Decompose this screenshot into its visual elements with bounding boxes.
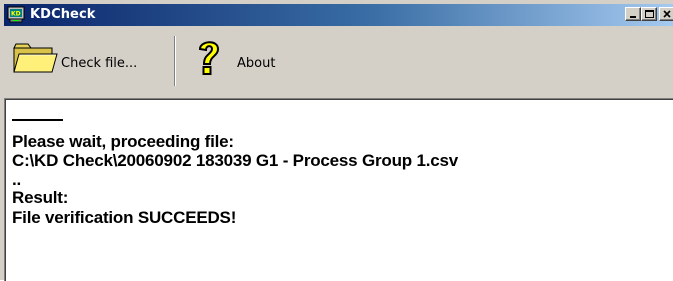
toolbar-separator [174, 36, 176, 86]
log-line: Result: [12, 188, 69, 207]
about-button[interactable]: About [189, 34, 299, 86]
title-bar[interactable]: KD KDCheck [4, 4, 673, 26]
svg-text:KD: KD [11, 11, 21, 18]
folder-icon [12, 39, 58, 80]
check-file-button[interactable]: Check file... [8, 34, 168, 86]
minimize-button[interactable] [625, 7, 641, 21]
log-separator-line [12, 119, 63, 121]
about-label: About [237, 56, 276, 71]
toolbar: Check file... About [4, 28, 673, 92]
check-file-label: Check file... [61, 56, 138, 71]
app-window: KD KDCheck Check file... About Please wa… [0, 0, 673, 281]
log-line: C:\KD Check\20060902 183039 G1 - Process… [12, 151, 459, 170]
log-line: File verification SUCCEEDS! [12, 208, 237, 227]
maximize-icon [645, 10, 654, 18]
log-output[interactable]: Please wait, proceeding file: C:\KD Chec… [4, 98, 673, 281]
log-line: Please wait, proceeding file: [12, 132, 234, 151]
log-line: .. [12, 170, 22, 189]
minimize-icon [630, 16, 636, 18]
kd-app-icon: KD [7, 6, 25, 24]
window-title: KDCheck [30, 7, 96, 22]
close-icon [663, 10, 671, 18]
close-button[interactable] [659, 7, 673, 21]
question-mark-icon [193, 37, 225, 84]
maximize-button[interactable] [641, 7, 657, 21]
